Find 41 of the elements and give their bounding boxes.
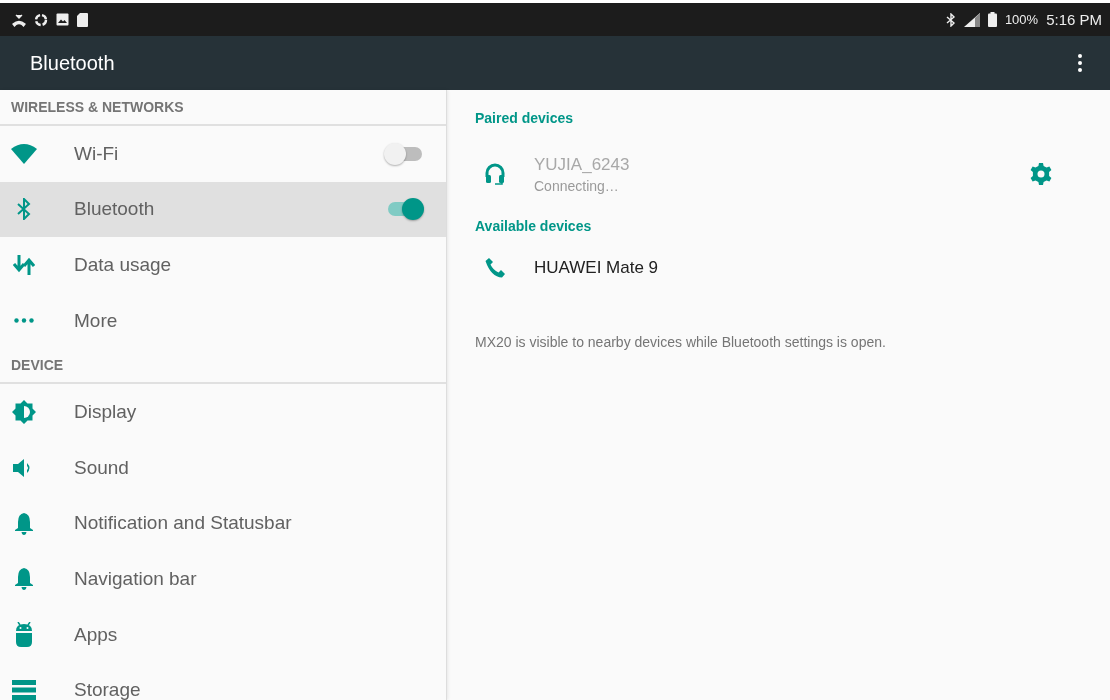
device-status: Connecting… (534, 177, 620, 194)
visibility-note: MX20 is visible to nearby devices while Bluetooth settings is open. (475, 333, 887, 350)
settings-item[interactable]: Navigation bar (0, 551, 446, 607)
section-header: DEVICE (0, 348, 446, 385)
device-item[interactable]: HUAWEI Mate 9 (475, 244, 1110, 292)
bell-icon (14, 511, 34, 535)
brightness-icon (12, 400, 36, 425)
bluetooth-icon (17, 198, 31, 221)
screen-title: Bluetooth (30, 51, 115, 75)
signal-icon (963, 12, 980, 27)
section-header: WIRELESS & NETWORKS (0, 90, 446, 126)
settings-item[interactable]: Bluetooth (0, 181, 446, 238)
settings-item[interactable]: Apps (0, 606, 446, 663)
storage-icon (12, 680, 36, 700)
bluetooth-icon (945, 12, 956, 27)
settings-item[interactable]: Sound (0, 439, 446, 496)
sd-card-icon (77, 12, 88, 27)
settings-item[interactable]: Data usage (0, 237, 446, 293)
group-header: Available devices (475, 217, 593, 236)
image-icon (56, 13, 69, 26)
settings-item[interactable]: Storage (0, 662, 446, 700)
missed-call-icon (12, 12, 26, 27)
phone-icon (485, 258, 505, 278)
battery-percentage: 100% (1004, 12, 1039, 27)
battery-icon (987, 12, 997, 27)
headset-icon (485, 163, 505, 185)
clock-time: 5:16 PM (1046, 11, 1102, 28)
settings-item[interactable]: Notification and Statusbar (0, 495, 446, 552)
vertical-dots-icon (1078, 54, 1082, 72)
up-down-arrows-icon (13, 255, 35, 275)
toggle-switch[interactable] (384, 141, 424, 166)
settings-item[interactable]: Wi-Fi (0, 126, 446, 182)
dots-icon (14, 318, 34, 324)
settings-item[interactable]: More (0, 292, 446, 349)
gear-icon (1030, 163, 1052, 185)
wifi-icon (11, 143, 37, 164)
android-icon (14, 622, 34, 648)
group-header: Paired devices (475, 109, 575, 128)
bell-icon (14, 567, 34, 591)
sync-icon (34, 12, 48, 27)
settings-item[interactable]: Display (0, 384, 446, 440)
